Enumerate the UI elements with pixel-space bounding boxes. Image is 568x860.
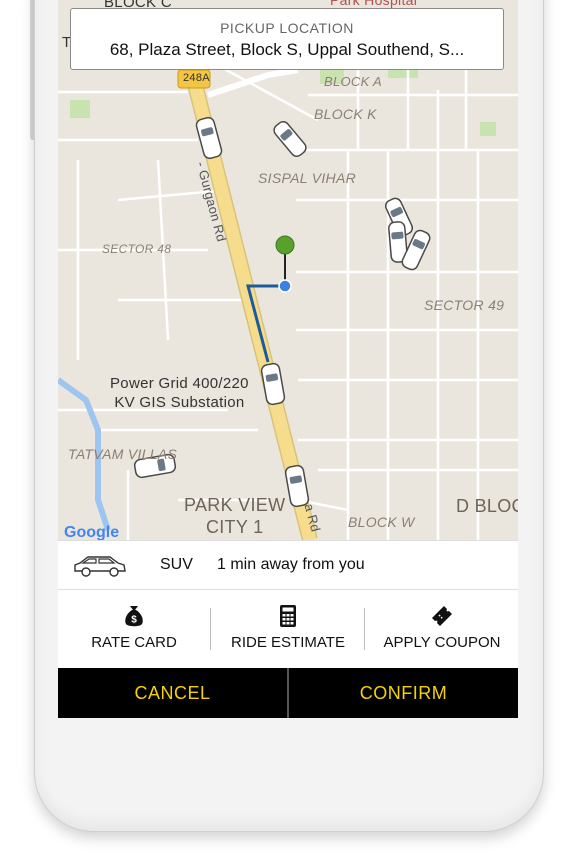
ride-estimate-button[interactable]: RIDE ESTIMATE — [212, 590, 364, 668]
svg-text:$: $ — [131, 615, 137, 626]
suv-car-icon — [74, 556, 126, 577]
calculator-icon — [280, 605, 296, 627]
vehicle-type: SUV — [160, 556, 193, 573]
action-divider — [364, 608, 365, 650]
apply-coupon-label: APPLY COUPON — [383, 634, 501, 651]
map-label-power-grid: Power Grid 400/220 KV GIS Substation — [110, 374, 249, 412]
coupon-ticket-icon — [432, 606, 452, 626]
rate-card-label: RATE CARD — [91, 634, 177, 651]
apply-coupon-button[interactable]: APPLY COUPON — [366, 590, 518, 668]
map-label-park-view-line2: CITY 1 — [205, 517, 264, 537]
map-label-sector-49: SECTOR 49 — [424, 297, 505, 313]
pickup-location-label: PICKUP LOCATION — [220, 20, 354, 36]
action-row: $ RATE CARD RIDE ESTIMATE APPLY COUPON — [58, 590, 518, 668]
map-label-park-view: PARK VIEW CITY 1 — [184, 494, 285, 538]
action-divider — [210, 608, 211, 650]
map-label-sispal-vihar: SISPAL VIHAR — [258, 170, 357, 186]
vehicle-eta: 1 min away from you — [217, 556, 365, 573]
bottom-button-bar: CANCEL CONFIRM — [58, 668, 518, 718]
map-label-d-block: D BLOC — [456, 496, 518, 516]
map-label-block-k: BLOCK K — [314, 106, 377, 122]
confirm-button[interactable]: CONFIRM — [289, 668, 518, 718]
money-bag-icon: $ — [125, 606, 143, 627]
pickup-location-box[interactable]: PICKUP LOCATION 68, Plaza Street, Block … — [70, 8, 504, 70]
vehicle-info-row[interactable]: SUV 1 min away from you — [58, 540, 518, 590]
map-label-park-view-line1: PARK VIEW — [184, 495, 286, 515]
pickup-address: 68, Plaza Street, Block S, Uppal Southen… — [109, 40, 465, 59]
map-label-power-grid-line1: Power Grid 400/220 — [110, 375, 249, 392]
map-label-tatvam: TATVAM VILLAS — [68, 446, 178, 462]
map-label-sector-48: SECTOR 48 — [102, 242, 172, 256]
map-label-power-grid-line2: KV GIS Substation — [114, 394, 245, 411]
map-view[interactable]: 248A BLOCK C Park Hospital T BLOCK A BLO… — [58, 0, 518, 541]
cancel-button[interactable]: CANCEL — [58, 668, 287, 718]
map-label-block-a: BLOCK A — [324, 74, 382, 89]
ride-estimate-label: RIDE ESTIMATE — [231, 634, 345, 651]
highway-shield-label: 248A — [183, 72, 210, 84]
map-label-park-hospital: Park Hospital — [330, 0, 418, 8]
app-screen: 248A BLOCK C Park Hospital T BLOCK A BLO… — [58, 0, 518, 718]
map-label-block-w: BLOCK W — [348, 514, 415, 530]
rate-card-button[interactable]: $ RATE CARD — [58, 590, 210, 668]
